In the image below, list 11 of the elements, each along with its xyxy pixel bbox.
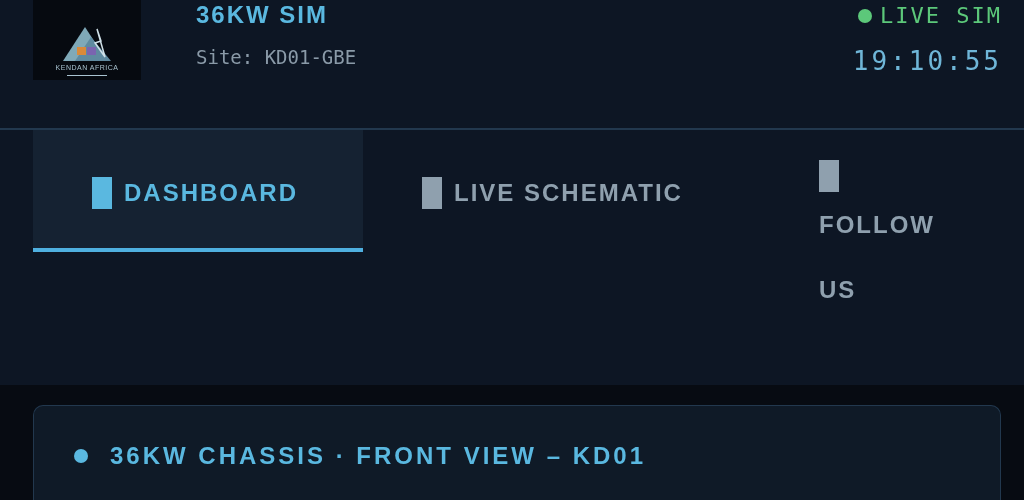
tab-marker-icon xyxy=(92,176,112,209)
nav-tab[interactable]: DASHBOARD xyxy=(33,130,363,252)
tab-marker-icon xyxy=(819,160,839,192)
nav-tab[interactable]: LIVE SCHEMATIC xyxy=(363,130,760,252)
tab-marker-icon xyxy=(422,176,442,209)
app-title: 36KW SIM xyxy=(196,0,329,30)
bullet-icon xyxy=(74,449,88,463)
status-label: LIVE SIM xyxy=(880,2,1002,30)
panel-title: 36KW CHASSIS · FRONT VIEW – KD01 xyxy=(110,442,647,470)
clock-time: 19:10:55 xyxy=(852,46,1002,76)
site-label: Site: KD01-GBE xyxy=(196,46,357,68)
